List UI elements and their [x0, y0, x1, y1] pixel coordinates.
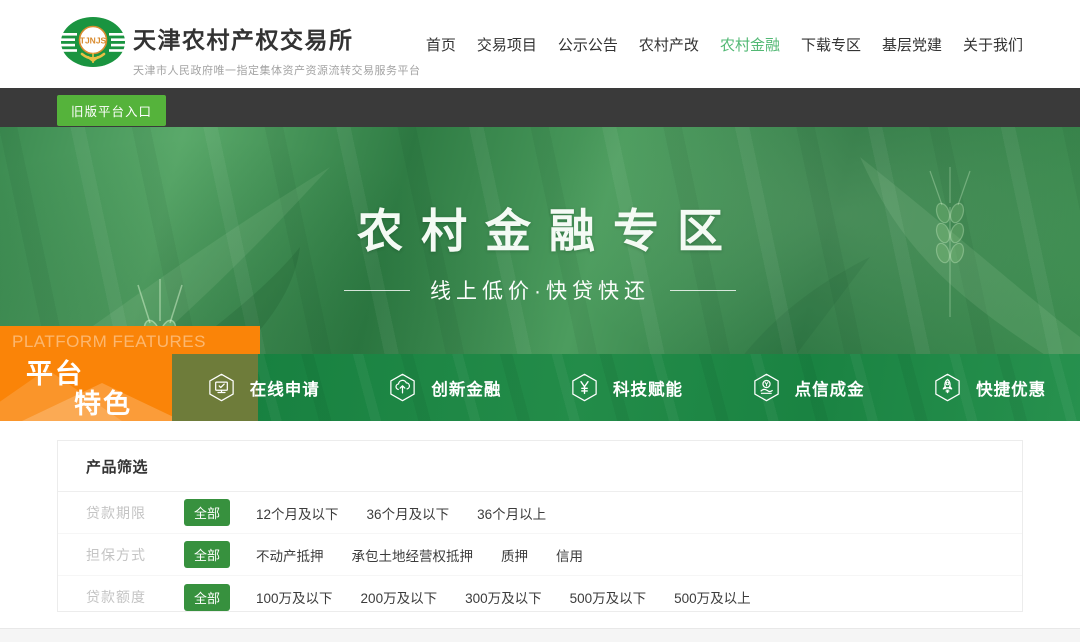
nav-item-home[interactable]: 首页 — [426, 34, 456, 55]
filter-row-loan-amount: 贷款额度 全部 100万及以下 200万及以下 300万及以下 500万及以下 … — [58, 576, 1022, 618]
filter-options: 不动产抵押 承包土地经营权抵押 质押 信用 — [256, 545, 583, 565]
yen-hexagon-icon — [569, 372, 600, 403]
cloud-upload-icon — [387, 372, 418, 403]
site-logo[interactable]: TJNJS — [58, 13, 128, 75]
filter-row-label: 贷款额度 — [86, 587, 162, 607]
platform-features-cn-line2: 特色 — [74, 382, 132, 421]
logo-icon: TJNJS — [58, 13, 128, 75]
hero-subtitle: 线上低价·快贷快还 — [430, 275, 650, 305]
filter-row-loan-term: 贷款期限 全部 12个月及以下 36个月及以下 36个月以上 — [58, 492, 1022, 534]
filter-option[interactable]: 信用 — [556, 545, 583, 565]
filter-option[interactable]: 500万及以下 — [570, 587, 647, 607]
hero-banner: 农村金融专区 线上低价·快贷快还 PLATFORM FEATURES 平台 特色 — [0, 127, 1080, 421]
filter-options: 100万及以下 200万及以下 300万及以下 500万及以下 500万及以上 — [256, 587, 751, 607]
filter-selected-badge[interactable]: 全部 — [184, 584, 230, 611]
feature-tab-label: 快捷优惠 — [976, 376, 1046, 400]
filter-option[interactable]: 500万及以上 — [674, 587, 751, 607]
site-subtitle: 天津市人民政府唯一指定集体资产资源流转交易服务平台 — [133, 62, 421, 78]
filter-row-label: 贷款期限 — [86, 503, 162, 523]
feature-tab-bar: 在线申请 创新金融 科技赋能 — [172, 354, 1080, 421]
filter-option[interactable]: 12个月及以下 — [256, 503, 339, 523]
filter-card-title: 产品筛选 — [58, 441, 1022, 477]
filter-option[interactable]: 36个月以上 — [477, 503, 546, 523]
filter-option[interactable]: 质押 — [501, 545, 528, 565]
brand-block: 天津农村产权交易所 天津市人民政府唯一指定集体资产资源流转交易服务平台 — [133, 21, 421, 78]
hero-subtitle-row: 线上低价·快贷快还 — [0, 275, 1080, 305]
filter-option[interactable]: 不动产抵押 — [256, 545, 324, 565]
filter-row-guarantee-type: 担保方式 全部 不动产抵押 承包土地经营权抵押 质押 信用 — [58, 534, 1022, 576]
svg-text:TJNJS: TJNJS — [80, 36, 107, 46]
subtitle-left-line — [344, 290, 410, 291]
filter-selected-badge[interactable]: 全部 — [184, 541, 230, 568]
filter-option[interactable]: 300万及以下 — [465, 587, 542, 607]
feature-tab-tech-empower[interactable]: 科技赋能 — [535, 354, 717, 421]
main-nav: 首页 交易项目 公示公告 农村产改 农村金融 下载专区 基层党建 关于我们 — [426, 0, 1023, 88]
filter-row-label: 担保方式 — [86, 545, 162, 565]
topbar: 旧版平台入口 — [0, 88, 1080, 127]
filter-option[interactable]: 100万及以下 — [256, 587, 333, 607]
nav-item-trade-projects[interactable]: 交易项目 — [477, 34, 537, 55]
nav-item-rural-reform[interactable]: 农村产改 — [639, 34, 699, 55]
nav-item-about-us[interactable]: 关于我们 — [963, 34, 1023, 55]
footer-strip — [0, 628, 1080, 642]
product-filter-card: 产品筛选 贷款期限 全部 12个月及以下 36个月及以下 36个月以上 担保方式… — [57, 440, 1023, 612]
feature-tab-label: 在线申请 — [250, 376, 320, 400]
hero-title: 农村金融专区 — [0, 195, 1080, 261]
subtitle-right-line — [670, 290, 736, 291]
feature-tab-label: 点信成金 — [795, 376, 865, 400]
filter-selected-badge[interactable]: 全部 — [184, 499, 230, 526]
feature-tab-label: 创新金融 — [431, 376, 501, 400]
filter-option[interactable]: 承包土地经营权抵押 — [352, 545, 474, 565]
nav-item-rural-finance[interactable]: 农村金融 — [720, 34, 780, 55]
filter-options: 12个月及以下 36个月及以下 36个月以上 — [256, 503, 546, 523]
nav-item-public-notice[interactable]: 公示公告 — [558, 34, 618, 55]
feature-tab-quick-discount[interactable]: 快捷优惠 — [898, 354, 1080, 421]
header: TJNJS 天津农村产权交易所 天津市人民政府唯一指定集体资产资源流转交易服务平… — [0, 0, 1080, 88]
feature-tab-online-apply[interactable]: 在线申请 — [172, 354, 354, 421]
rocket-icon — [932, 372, 963, 403]
online-apply-monitor-icon — [206, 372, 237, 403]
feature-tab-credit-to-gold[interactable]: 点信成金 — [717, 354, 899, 421]
coin-hand-icon — [751, 372, 782, 403]
filter-option[interactable]: 200万及以下 — [361, 587, 438, 607]
nav-item-download[interactable]: 下载专区 — [801, 34, 861, 55]
site-title: 天津农村产权交易所 — [133, 21, 421, 55]
nav-item-party-building[interactable]: 基层党建 — [882, 34, 942, 55]
platform-features-en-label: PLATFORM FEATURES — [12, 332, 206, 352]
page: TJNJS 天津农村产权交易所 天津市人民政府唯一指定集体资产资源流转交易服务平… — [0, 0, 1080, 642]
feature-tab-label: 科技赋能 — [613, 376, 683, 400]
feature-tab-innovative-finance[interactable]: 创新金融 — [354, 354, 536, 421]
filter-option[interactable]: 36个月及以下 — [367, 503, 450, 523]
old-platform-entry-button[interactable]: 旧版平台入口 — [57, 95, 166, 126]
